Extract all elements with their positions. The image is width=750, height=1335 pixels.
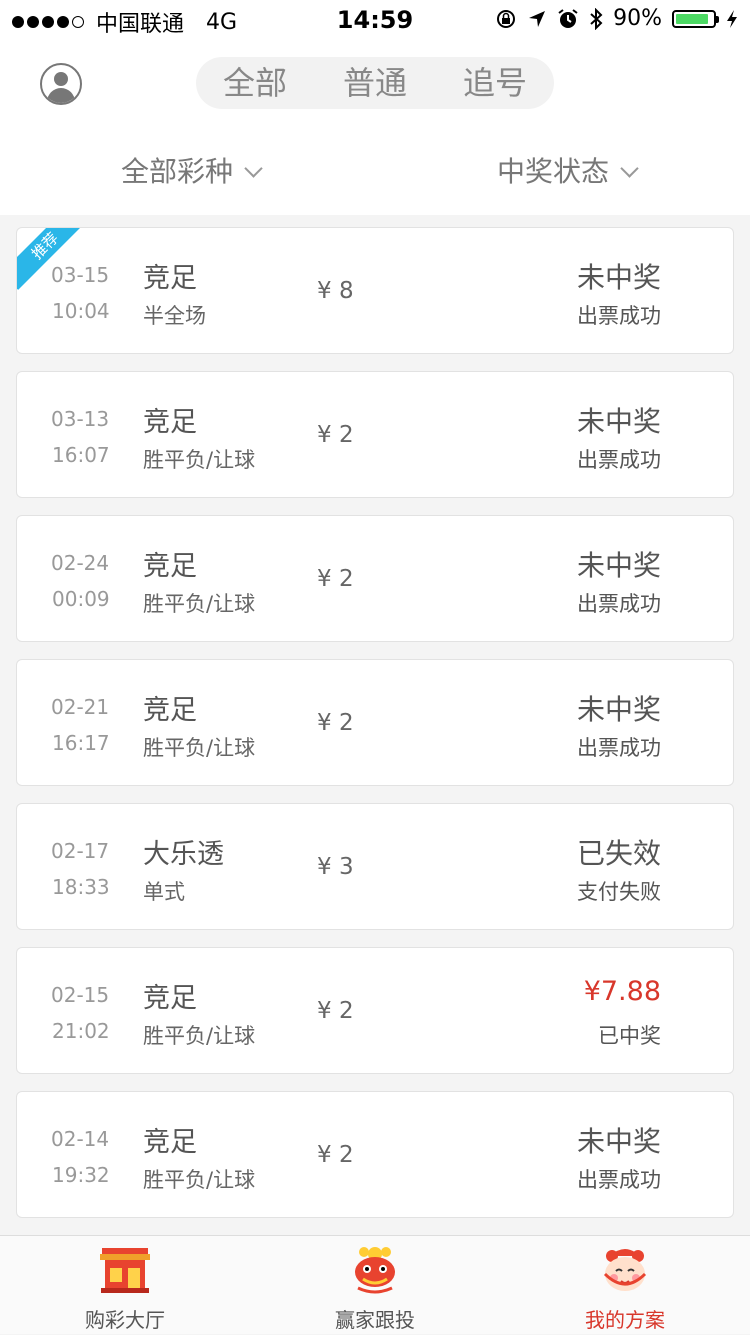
order-date: 03-13: [51, 407, 110, 431]
play-type: 胜平负/让球: [143, 736, 256, 760]
status-filter-label: 中奖状态: [497, 155, 610, 188]
prize-status: 已失效: [576, 837, 661, 870]
order-date: 02-21: [51, 695, 110, 719]
order-time: 00:09: [52, 587, 110, 611]
order-time: 21:02: [52, 1019, 110, 1043]
order-amount: ¥ 2: [317, 1142, 354, 1168]
tab-winner-follow[interactable]: 赢家跟投: [250, 1236, 500, 1335]
segment-all[interactable]: 全部: [201, 62, 309, 104]
order-card[interactable]: 02-21 16:17 竞足 胜平负/让球 ¥ 2 未中奖 出票成功: [16, 659, 734, 786]
tab-label: 购彩大厅: [85, 1308, 165, 1332]
order-amount: ¥ 2: [317, 422, 354, 448]
avatar-button[interactable]: [40, 63, 82, 105]
order-time: 10:04: [52, 299, 110, 323]
ticket-status: 支付失败: [577, 880, 661, 904]
play-type: 单式: [143, 880, 185, 904]
segment-normal[interactable]: 普通: [321, 62, 429, 104]
order-amount: ¥ 2: [317, 566, 354, 592]
order-time: 16:17: [52, 731, 110, 755]
lion-dance-icon: [355, 1247, 395, 1294]
order-card[interactable]: 推荐 03-15 10:04 竞足 半全场 ¥ 8 未中奖 出票成功: [16, 227, 734, 354]
play-type: 半全场: [143, 304, 206, 328]
lottery-name: 竞足: [143, 407, 197, 438]
tab-lottery-hall[interactable]: 购彩大厅: [0, 1236, 250, 1335]
battery-percent: 90%: [613, 6, 662, 31]
prize-status: 未中奖: [576, 1125, 661, 1158]
order-amount: ¥ 8: [317, 278, 354, 304]
ticket-status: 出票成功: [577, 1168, 661, 1192]
segment-control: 全部 普通 追号: [196, 57, 554, 109]
order-date: 02-17: [51, 839, 110, 863]
lottery-name: 竞足: [143, 263, 197, 294]
order-time: 19:32: [52, 1163, 110, 1187]
tab-label: 我的方案: [585, 1308, 665, 1332]
order-time: 18:33: [52, 875, 110, 899]
ticket-status: 出票成功: [577, 736, 661, 760]
ticket-status: 已中奖: [598, 1024, 661, 1048]
status-filter[interactable]: 中奖状态: [497, 150, 639, 194]
ticket-status: 出票成功: [577, 592, 661, 616]
segment-chase[interactable]: 追号: [441, 62, 549, 104]
lottery-name: 竞足: [143, 983, 197, 1014]
play-type: 胜平负/让球: [143, 592, 256, 616]
order-amount: ¥ 3: [317, 854, 354, 880]
lottery-filter-label: 全部彩种: [121, 155, 234, 188]
order-amount: ¥ 2: [317, 998, 354, 1024]
prize-status: 未中奖: [576, 693, 661, 726]
order-date: 02-14: [51, 1127, 110, 1151]
tab-bar: 购彩大厅 赢家跟投 我的方案: [0, 1235, 750, 1334]
ticket-status: 出票成功: [577, 304, 661, 328]
header-area: 中国联通 4G 14:59 90% 全部 普通 追号 全部彩种 中奖状态: [0, 0, 750, 215]
lottery-name: 竞足: [143, 1127, 197, 1158]
tab-my-plans[interactable]: 我的方案: [500, 1236, 750, 1335]
charging-icon: [727, 9, 737, 28]
order-card[interactable]: 03-13 16:07 竞足 胜平负/让球 ¥ 2 未中奖 出票成功: [16, 371, 734, 498]
prize-amount: ¥7.88: [583, 976, 661, 1007]
lottery-name: 竞足: [143, 695, 197, 726]
alarm-icon: [558, 8, 578, 28]
play-type: 胜平负/让球: [143, 1168, 256, 1192]
store-icon: [100, 1248, 150, 1293]
chevron-down-icon: [244, 158, 263, 178]
order-card[interactable]: 02-14 19:32 竞足 胜平负/让球 ¥ 2 未中奖 出票成功: [16, 1091, 734, 1218]
lottery-name: 大乐透: [143, 839, 224, 870]
battery-icon: [672, 9, 719, 28]
location-icon: [529, 10, 546, 27]
order-amount: ¥ 2: [317, 710, 354, 736]
order-list: 推荐 03-15 10:04 竞足 半全场 ¥ 8 未中奖 出票成功 03-13…: [16, 227, 734, 1235]
prize-status: 未中奖: [576, 405, 661, 438]
prize-status: 未中奖: [576, 261, 661, 294]
order-date: 03-15: [51, 263, 110, 287]
order-card[interactable]: 02-24 00:09 竞足 胜平负/让球 ¥ 2 未中奖 出票成功: [16, 515, 734, 642]
lottery-filter[interactable]: 全部彩种: [121, 150, 263, 194]
order-card[interactable]: 02-15 21:02 竞足 胜平负/让球 ¥ 2 ¥7.88 已中奖: [16, 947, 734, 1074]
prize-status: 未中奖: [576, 549, 661, 582]
play-type: 胜平负/让球: [143, 1024, 256, 1048]
play-type: 胜平负/让球: [143, 448, 256, 472]
order-date: 02-24: [51, 551, 110, 575]
ticket-status: 出票成功: [577, 448, 661, 472]
chevron-down-icon: [620, 158, 639, 178]
lucky-child-icon: [603, 1249, 647, 1291]
rotation-lock-icon: [497, 9, 516, 28]
lottery-name: 竞足: [143, 551, 197, 582]
order-time: 16:07: [52, 443, 110, 467]
bluetooth-icon: [590, 7, 603, 30]
order-card[interactable]: 02-17 18:33 大乐透 单式 ¥ 3 已失效 支付失败: [16, 803, 734, 930]
status-bar: 中国联通 4G 14:59 90%: [0, 0, 750, 42]
order-date: 02-15: [51, 983, 110, 1007]
tab-label: 赢家跟投: [335, 1308, 415, 1332]
